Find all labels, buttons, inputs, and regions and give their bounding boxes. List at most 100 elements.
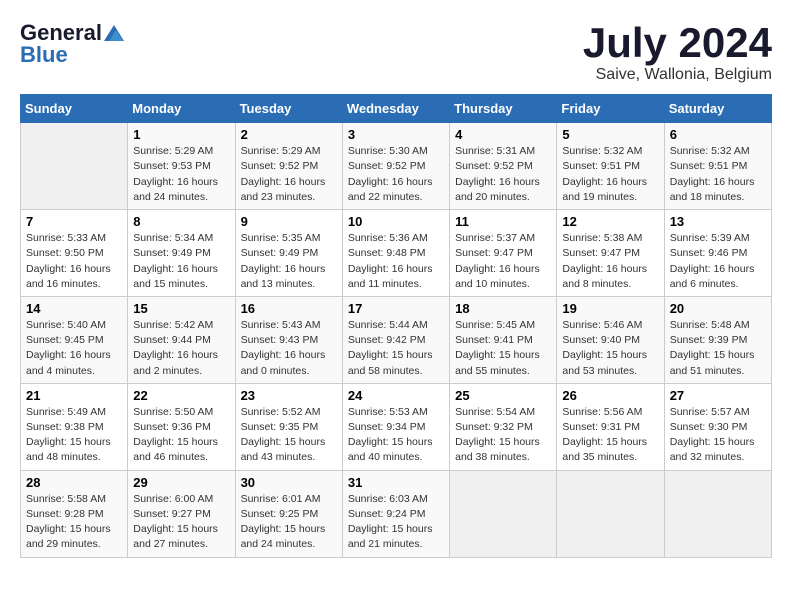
calendar-cell: 24 Sunrise: 5:53 AM Sunset: 9:34 PM Dayli… xyxy=(342,383,449,470)
day-number: 4 xyxy=(455,127,551,142)
calendar-cell: 2 Sunrise: 5:29 AM Sunset: 9:52 PM Daylig… xyxy=(235,123,342,210)
calendar-cell: 25 Sunrise: 5:54 AM Sunset: 9:32 PM Dayli… xyxy=(450,383,557,470)
header-wednesday: Wednesday xyxy=(342,95,449,123)
day-number: 14 xyxy=(26,301,122,316)
calendar-cell xyxy=(557,470,664,557)
day-number: 3 xyxy=(348,127,444,142)
day-info: Sunrise: 5:30 AM Sunset: 9:52 PM Dayligh… xyxy=(348,144,444,205)
day-info: Sunrise: 5:53 AM Sunset: 9:34 PM Dayligh… xyxy=(348,405,444,466)
calendar-cell: 6 Sunrise: 5:32 AM Sunset: 9:51 PM Daylig… xyxy=(664,123,771,210)
calendar-cell: 16 Sunrise: 5:43 AM Sunset: 9:43 PM Dayli… xyxy=(235,296,342,383)
calendar-cell: 21 Sunrise: 5:49 AM Sunset: 9:38 PM Dayli… xyxy=(21,383,128,470)
calendar-cell: 15 Sunrise: 5:42 AM Sunset: 9:44 PM Dayli… xyxy=(128,296,235,383)
day-info: Sunrise: 5:57 AM Sunset: 9:30 PM Dayligh… xyxy=(670,405,766,466)
week-row-2: 7Sunrise: 5:33 AM Sunset: 9:50 PM Daylig… xyxy=(21,210,772,297)
location: Saive, Wallonia, Belgium xyxy=(583,66,772,84)
calendar-cell xyxy=(664,470,771,557)
day-number: 2 xyxy=(241,127,337,142)
calendar-header-row: SundayMondayTuesdayWednesdayThursdayFrid… xyxy=(21,95,772,123)
day-number: 27 xyxy=(670,388,766,403)
day-number: 13 xyxy=(670,214,766,229)
day-info: Sunrise: 5:31 AM Sunset: 9:52 PM Dayligh… xyxy=(455,144,551,205)
day-number: 5 xyxy=(562,127,658,142)
day-info: Sunrise: 5:36 AM Sunset: 9:48 PM Dayligh… xyxy=(348,231,444,292)
day-info: Sunrise: 5:43 AM Sunset: 9:43 PM Dayligh… xyxy=(241,318,337,379)
day-info: Sunrise: 5:39 AM Sunset: 9:46 PM Dayligh… xyxy=(670,231,766,292)
day-number: 15 xyxy=(133,301,229,316)
day-number: 28 xyxy=(26,475,122,490)
day-number: 30 xyxy=(241,475,337,490)
day-info: Sunrise: 5:37 AM Sunset: 9:47 PM Dayligh… xyxy=(455,231,551,292)
day-number: 20 xyxy=(670,301,766,316)
calendar-cell xyxy=(21,123,128,210)
calendar-cell: 5 Sunrise: 5:32 AM Sunset: 9:51 PM Daylig… xyxy=(557,123,664,210)
day-number: 23 xyxy=(241,388,337,403)
calendar-cell: 23Sunrise: 5:52 AM Sunset: 9:35 PM Dayli… xyxy=(235,383,342,470)
calendar-cell: 10 Sunrise: 5:36 AM Sunset: 9:48 PM Dayli… xyxy=(342,210,449,297)
day-info: Sunrise: 5:44 AM Sunset: 9:42 PM Dayligh… xyxy=(348,318,444,379)
day-number: 19 xyxy=(562,301,658,316)
calendar-cell: 9 Sunrise: 5:35 AM Sunset: 9:49 PM Daylig… xyxy=(235,210,342,297)
day-info: Sunrise: 5:38 AM Sunset: 9:47 PM Dayligh… xyxy=(562,231,658,292)
header-monday: Monday xyxy=(128,95,235,123)
week-row-3: 14 Sunrise: 5:40 AM Sunset: 9:45 PM Dayli… xyxy=(21,296,772,383)
calendar-cell: 17Sunrise: 5:44 AM Sunset: 9:42 PM Dayli… xyxy=(342,296,449,383)
day-info: Sunrise: 5:50 AM Sunset: 9:36 PM Dayligh… xyxy=(133,405,229,466)
week-row-4: 21 Sunrise: 5:49 AM Sunset: 9:38 PM Dayli… xyxy=(21,383,772,470)
header-friday: Friday xyxy=(557,95,664,123)
day-number: 31 xyxy=(348,475,444,490)
calendar-cell: 28 Sunrise: 5:58 AM Sunset: 9:28 PM Dayli… xyxy=(21,470,128,557)
day-number: 25 xyxy=(455,388,551,403)
calendar-cell: 20 Sunrise: 5:48 AM Sunset: 9:39 PM Dayli… xyxy=(664,296,771,383)
calendar-cell: 12 Sunrise: 5:38 AM Sunset: 9:47 PM Dayli… xyxy=(557,210,664,297)
day-info: Sunrise: 5:32 AM Sunset: 9:51 PM Dayligh… xyxy=(562,144,658,205)
calendar-cell: 11 Sunrise: 5:37 AM Sunset: 9:47 PM Dayli… xyxy=(450,210,557,297)
day-number: 16 xyxy=(241,301,337,316)
day-number: 12 xyxy=(562,214,658,229)
logo: General Blue xyxy=(20,20,126,68)
calendar-cell: 14 Sunrise: 5:40 AM Sunset: 9:45 PM Dayli… xyxy=(21,296,128,383)
title-area: July 2024 Saive, Wallonia, Belgium xyxy=(583,20,772,84)
day-info: Sunrise: 5:46 AM Sunset: 9:40 PM Dayligh… xyxy=(562,318,658,379)
day-info: Sunrise: 5:42 AM Sunset: 9:44 PM Dayligh… xyxy=(133,318,229,379)
calendar-table: SundayMondayTuesdayWednesdayThursdayFrid… xyxy=(20,94,772,557)
day-number: 24 xyxy=(348,388,444,403)
day-info: Sunrise: 5:58 AM Sunset: 9:28 PM Dayligh… xyxy=(26,492,122,553)
day-info: Sunrise: 5:34 AM Sunset: 9:49 PM Dayligh… xyxy=(133,231,229,292)
day-number: 8 xyxy=(133,214,229,229)
calendar-cell: 4 Sunrise: 5:31 AM Sunset: 9:52 PM Daylig… xyxy=(450,123,557,210)
day-info: Sunrise: 5:32 AM Sunset: 9:51 PM Dayligh… xyxy=(670,144,766,205)
day-info: Sunrise: 5:49 AM Sunset: 9:38 PM Dayligh… xyxy=(26,405,122,466)
calendar-cell: 8 Sunrise: 5:34 AM Sunset: 9:49 PM Daylig… xyxy=(128,210,235,297)
week-row-1: 1 Sunrise: 5:29 AM Sunset: 9:53 PM Daylig… xyxy=(21,123,772,210)
calendar-cell xyxy=(450,470,557,557)
header-tuesday: Tuesday xyxy=(235,95,342,123)
day-info: Sunrise: 5:29 AM Sunset: 9:52 PM Dayligh… xyxy=(241,144,337,205)
day-number: 6 xyxy=(670,127,766,142)
calendar-cell: 29 Sunrise: 6:00 AM Sunset: 9:27 PM Dayli… xyxy=(128,470,235,557)
day-info: Sunrise: 5:48 AM Sunset: 9:39 PM Dayligh… xyxy=(670,318,766,379)
day-number: 18 xyxy=(455,301,551,316)
day-number: 29 xyxy=(133,475,229,490)
header-thursday: Thursday xyxy=(450,95,557,123)
header-sunday: Sunday xyxy=(21,95,128,123)
day-number: 10 xyxy=(348,214,444,229)
day-info: Sunrise: 6:00 AM Sunset: 9:27 PM Dayligh… xyxy=(133,492,229,553)
day-info: Sunrise: 5:29 AM Sunset: 9:53 PM Dayligh… xyxy=(133,144,229,205)
day-number: 9 xyxy=(241,214,337,229)
day-info: Sunrise: 6:03 AM Sunset: 9:24 PM Dayligh… xyxy=(348,492,444,553)
day-info: Sunrise: 5:33 AM Sunset: 9:50 PM Dayligh… xyxy=(26,231,122,292)
month-title: July 2024 xyxy=(583,20,772,66)
day-number: 1 xyxy=(133,127,229,142)
calendar-cell: 26Sunrise: 5:56 AM Sunset: 9:31 PM Dayli… xyxy=(557,383,664,470)
calendar-cell: 18 Sunrise: 5:45 AM Sunset: 9:41 PM Dayli… xyxy=(450,296,557,383)
day-number: 21 xyxy=(26,388,122,403)
day-number: 11 xyxy=(455,214,551,229)
day-info: Sunrise: 5:54 AM Sunset: 9:32 PM Dayligh… xyxy=(455,405,551,466)
day-number: 22 xyxy=(133,388,229,403)
day-info: Sunrise: 5:40 AM Sunset: 9:45 PM Dayligh… xyxy=(26,318,122,379)
day-info: Sunrise: 5:45 AM Sunset: 9:41 PM Dayligh… xyxy=(455,318,551,379)
logo-blue: Blue xyxy=(20,42,68,68)
week-row-5: 28 Sunrise: 5:58 AM Sunset: 9:28 PM Dayli… xyxy=(21,470,772,557)
day-info: Sunrise: 5:35 AM Sunset: 9:49 PM Dayligh… xyxy=(241,231,337,292)
